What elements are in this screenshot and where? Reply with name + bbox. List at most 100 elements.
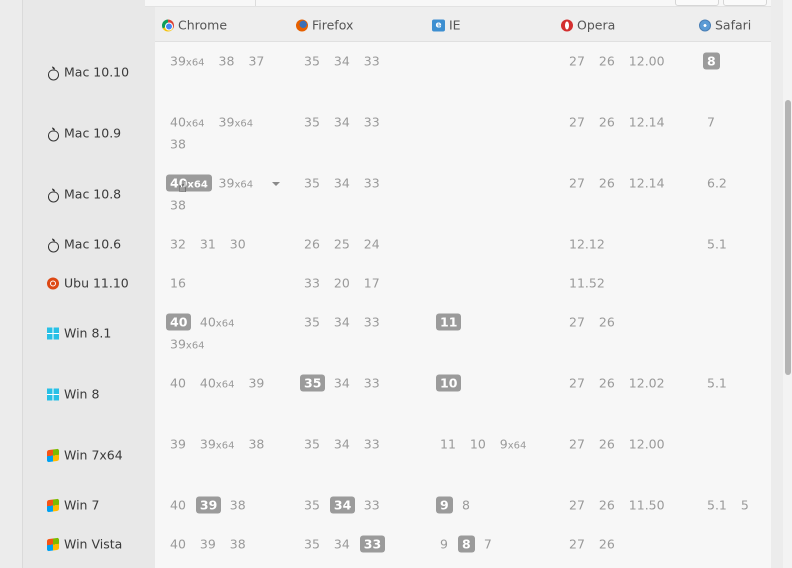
version-safari[interactable]: 5.1 <box>707 237 727 252</box>
toolbar-button-2[interactable] <box>723 0 767 6</box>
version-firefox[interactable]: 34 <box>334 437 350 452</box>
version-firefox[interactable]: 17 <box>364 276 380 291</box>
version-firefox[interactable]: 35 <box>304 315 320 330</box>
version-chrome[interactable]: 40 <box>170 376 186 391</box>
version-opera[interactable]: 11.50 <box>629 498 665 513</box>
version-firefox[interactable]: 35 <box>304 498 320 513</box>
version-firefox[interactable]: 25 <box>334 237 350 252</box>
version-chrome[interactable]: 40x64 <box>200 376 235 391</box>
version-firefox[interactable]: 34 <box>329 496 356 514</box>
version-chrome[interactable]: 32 <box>170 237 186 252</box>
version-firefox[interactable]: 35 <box>304 537 320 552</box>
version-opera[interactable]: 12.00 <box>629 54 665 69</box>
version-safari[interactable]: 5.1 <box>707 498 727 513</box>
version-firefox[interactable]: 33 <box>364 498 380 513</box>
version-opera[interactable]: 27 <box>569 498 585 513</box>
version-chrome[interactable]: 39x64 <box>219 115 254 130</box>
version-firefox[interactable]: 24 <box>364 237 380 252</box>
version-firefox[interactable]: 35 <box>304 176 320 191</box>
version-ie[interactable]: 9x64 <box>500 437 527 452</box>
version-opera[interactable]: 27 <box>569 537 585 552</box>
version-safari[interactable]: 7 <box>707 115 715 130</box>
version-opera[interactable]: 26 <box>599 176 615 191</box>
version-chrome[interactable]: 40 <box>170 498 186 513</box>
version-ie[interactable]: 8 <box>457 535 475 553</box>
version-opera[interactable]: 26 <box>599 437 615 452</box>
version-chrome[interactable]: 30 <box>230 237 246 252</box>
version-safari[interactable]: 5 <box>741 498 749 513</box>
version-firefox[interactable]: 33 <box>364 54 380 69</box>
version-chrome[interactable]: 40x64 <box>170 115 205 130</box>
version-safari[interactable]: 8 <box>703 52 720 70</box>
toolbar-button-1[interactable] <box>675 0 719 6</box>
version-firefox[interactable]: 34 <box>334 176 350 191</box>
version-opera[interactable]: 27 <box>569 437 585 452</box>
version-firefox[interactable]: 34 <box>334 376 350 391</box>
version-firefox[interactable]: 35 <box>304 54 320 69</box>
version-opera[interactable]: 12.14 <box>629 176 665 191</box>
toolbar-field[interactable] <box>255 0 651 6</box>
version-opera[interactable]: 27 <box>569 376 585 391</box>
version-ie[interactable]: 11 <box>436 313 462 331</box>
version-opera[interactable]: 26 <box>599 498 615 513</box>
version-chrome[interactable]: 37 <box>248 54 264 69</box>
version-chrome[interactable]: 39 <box>248 376 264 391</box>
version-firefox[interactable]: 33 <box>364 315 380 330</box>
version-chrome[interactable]: 39x64 <box>219 176 254 191</box>
version-ie[interactable]: 8 <box>462 498 470 513</box>
version-firefox[interactable]: 34 <box>334 54 350 69</box>
version-opera[interactable]: 26 <box>599 54 615 69</box>
version-firefox[interactable]: 33 <box>304 276 320 291</box>
version-firefox[interactable]: 34 <box>334 115 350 130</box>
version-opera[interactable]: 12.02 <box>629 376 665 391</box>
version-firefox[interactable]: 33 <box>364 437 380 452</box>
version-chrome[interactable]: 38 <box>248 437 264 452</box>
version-opera[interactable]: 12.00 <box>629 437 665 452</box>
version-chrome[interactable]: 38 <box>170 137 186 152</box>
version-chrome[interactable]: 39 <box>170 437 186 452</box>
version-chrome[interactable]: 39 <box>195 496 222 514</box>
version-chrome[interactable]: 38 <box>230 537 246 552</box>
version-safari[interactable]: 6.2 <box>707 176 727 191</box>
version-opera[interactable]: 12.12 <box>569 237 605 252</box>
version-firefox[interactable]: 33 <box>364 176 380 191</box>
version-chrome[interactable]: 40 <box>170 537 186 552</box>
version-chrome[interactable]: 40x64 <box>166 174 212 192</box>
version-opera[interactable]: 27 <box>569 115 585 130</box>
version-firefox[interactable]: 33 <box>364 115 380 130</box>
version-chrome[interactable]: 40 <box>166 313 192 331</box>
version-firefox[interactable]: 35 <box>300 374 326 392</box>
version-chrome[interactable]: 16 <box>170 276 186 291</box>
version-opera[interactable]: 26 <box>599 537 615 552</box>
version-ie[interactable]: 9 <box>440 537 448 552</box>
version-firefox[interactable]: 20 <box>334 276 350 291</box>
version-chrome[interactable]: 38 <box>170 198 186 213</box>
version-firefox[interactable]: 26 <box>304 237 320 252</box>
version-chrome[interactable]: 39x64 <box>170 54 205 69</box>
version-ie[interactable]: 10 <box>470 437 486 452</box>
version-chrome[interactable]: 39 <box>200 537 216 552</box>
version-opera[interactable]: 11.52 <box>569 276 605 291</box>
chevron-down-icon[interactable] <box>272 182 280 186</box>
version-opera[interactable]: 27 <box>569 54 585 69</box>
version-safari[interactable]: 5.1 <box>707 376 727 391</box>
version-opera[interactable]: 12.14 <box>629 115 665 130</box>
version-firefox[interactable]: 35 <box>304 437 320 452</box>
version-opera[interactable]: 26 <box>599 376 615 391</box>
version-opera[interactable]: 27 <box>569 176 585 191</box>
version-chrome[interactable]: 38 <box>230 498 246 513</box>
version-chrome[interactable]: 31 <box>200 237 216 252</box>
version-firefox[interactable]: 34 <box>334 537 350 552</box>
version-firefox[interactable]: 33 <box>359 535 386 553</box>
version-opera[interactable]: 26 <box>599 115 615 130</box>
version-chrome[interactable]: 39x64 <box>170 337 205 352</box>
version-firefox[interactable]: 33 <box>364 376 380 391</box>
version-opera[interactable]: 26 <box>599 315 615 330</box>
version-chrome[interactable]: 40x64 <box>200 315 235 330</box>
version-opera[interactable]: 27 <box>569 315 585 330</box>
version-firefox[interactable]: 34 <box>334 315 350 330</box>
version-ie[interactable]: 9 <box>436 496 453 514</box>
scrollbar[interactable] <box>783 0 792 568</box>
scrollbar-thumb[interactable] <box>785 100 791 375</box>
version-ie[interactable]: 10 <box>436 374 462 392</box>
